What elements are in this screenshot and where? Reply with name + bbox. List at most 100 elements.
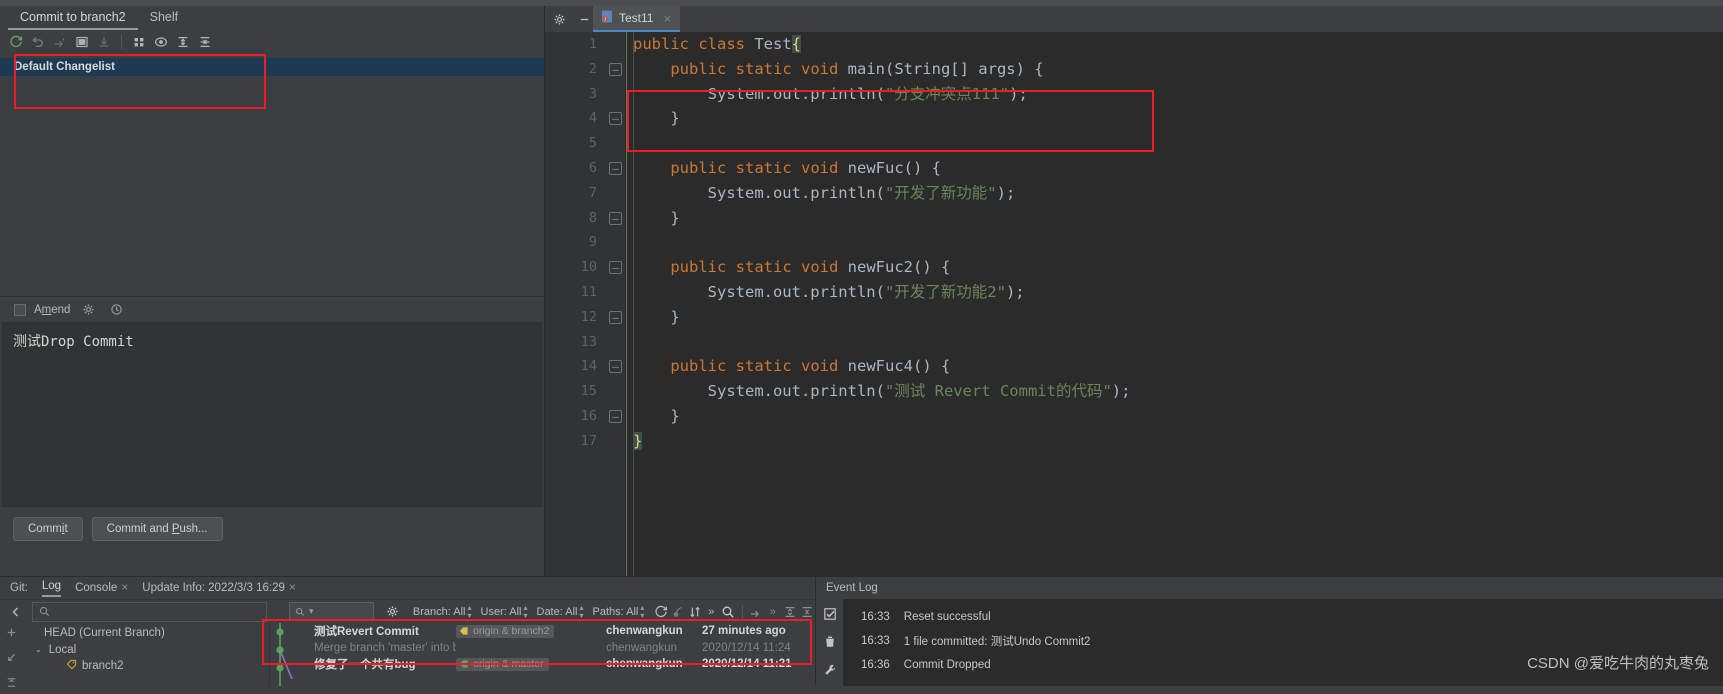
chevron-down-icon[interactable]: ⌄ — [35, 645, 42, 654]
log-search-input[interactable] — [32, 601, 268, 622]
editor-tab-test11[interactable]: J Test11 × — [593, 6, 681, 32]
collapse-tree-icon[interactable] — [5, 676, 18, 694]
rollback-icon[interactable] — [28, 32, 48, 52]
line-number: 4 — [588, 110, 597, 127]
refresh-icon[interactable] — [6, 32, 26, 52]
branch-tree-row[interactable]: ⌄ Local — [22, 642, 269, 659]
code-line: 8– } — [545, 206, 1723, 231]
event-log-entry: 16:33 1 file committed: 测试Undo Commit2 — [861, 629, 1723, 653]
commit-subject: 测试Revert Commit — [314, 626, 419, 639]
branch-tree-row[interactable]: HEAD (Current Branch) — [22, 625, 269, 642]
event-log-title: Event Log — [826, 582, 878, 594]
checkout-icon[interactable] — [5, 651, 18, 669]
code-line: 10– public static void newFuc2() { — [545, 255, 1723, 280]
tab-update-info[interactable]: Update Info: 2022/3/3 16:29 × — [142, 580, 296, 597]
commit-history-icon[interactable] — [106, 300, 126, 320]
fold-expand-icon[interactable]: – — [609, 211, 622, 225]
more-actions-icon[interactable]: » — [703, 602, 720, 622]
commit-author: chenwangkun — [606, 641, 677, 654]
changelist-row[interactable]: Default Changelist — [0, 58, 544, 76]
java-file-icon: J — [601, 10, 613, 26]
show-diff-icon[interactable] — [72, 32, 92, 52]
commit-table[interactable]: 测试Revert Commit origin & branch2 chenwangk… — [270, 623, 815, 686]
close-icon[interactable]: × — [289, 580, 296, 594]
commit-subject: 修复了一个共有bug — [314, 659, 416, 672]
download-icon[interactable] — [94, 32, 114, 52]
code-text: } — [633, 208, 680, 227]
editor-tab-label: Test11 — [619, 11, 654, 25]
event-log-entry: 16:33 Reset successful — [861, 605, 1723, 629]
commit-row[interactable]: 修复了一个共有bug origin & master chenwangkun 2020… — [270, 656, 815, 673]
refresh-log-icon[interactable] — [652, 602, 669, 622]
code-text: } — [633, 109, 680, 128]
log-filter-2[interactable]: Date: All ▴ ▾ — [536, 603, 584, 620]
expand-all-log-icon[interactable] — [781, 602, 798, 622]
more-icon[interactable]: » — [764, 602, 781, 622]
group-by-icon[interactable] — [129, 32, 149, 52]
event-message: Commit Dropped — [903, 659, 991, 671]
settings-gear-icon[interactable] — [550, 9, 568, 29]
commit-tab-strip: Commit to branch2 Shelf — [0, 6, 544, 30]
collapse-all-log-icon[interactable] — [798, 602, 815, 622]
sort-icon[interactable] — [686, 602, 703, 622]
code-text: public class Test{ — [633, 35, 801, 53]
code-text: public static void newFuc2() { — [670, 258, 951, 277]
commit-row[interactable]: 测试Revert Commit origin & branch2 chenwangk… — [270, 623, 815, 640]
expand-all-icon[interactable] — [173, 32, 193, 52]
branch-tree-label: branch2 — [82, 660, 124, 673]
commit-options-gear-icon[interactable] — [78, 300, 98, 320]
amend-checkbox[interactable] — [14, 303, 26, 316]
log-settings-gear-icon[interactable] — [384, 602, 401, 622]
collapse-panel-button[interactable] — [0, 606, 32, 618]
commit-refs: origin & master — [456, 657, 606, 671]
branch-tree-row[interactable]: branch2 — [22, 658, 269, 675]
tool-window-actions — [545, 6, 593, 32]
fold-collapse-icon[interactable]: – — [609, 62, 622, 76]
find-icon[interactable] — [720, 602, 737, 622]
commit-subject: Merge branch 'master' into branch2 — [314, 641, 456, 654]
cherry-pick-icon[interactable] — [669, 602, 686, 622]
toolbar-separator — [121, 35, 122, 49]
commit-message-input[interactable]: 测试Drop Commit — [2, 322, 542, 507]
preview-icon[interactable] — [151, 32, 171, 52]
collapse-all-icon[interactable] — [195, 32, 215, 52]
log-filter-1[interactable]: User: All ▴ ▾ — [481, 603, 528, 620]
code-line: 11 System.out.println("开发了新功能2"); — [545, 280, 1723, 305]
add-icon[interactable] — [5, 626, 18, 644]
branch-tree[interactable]: HEAD (Current Branch) ⌄ Local branch2 — [22, 623, 270, 686]
fold-expand-icon[interactable]: – — [609, 112, 622, 126]
line-number: 7 — [588, 184, 597, 201]
minimize-icon[interactable] — [575, 9, 593, 29]
tab-commit-to-branch[interactable]: Commit to branch2 — [8, 7, 138, 30]
go-to-icon[interactable] — [748, 602, 765, 622]
filter-label: Date: All — [536, 605, 578, 618]
mark-read-icon[interactable] — [823, 607, 837, 626]
line-number: 5 — [588, 135, 597, 152]
tab-shelf[interactable]: Shelf — [138, 7, 191, 30]
close-icon[interactable]: × — [663, 11, 671, 26]
branch-tree-label: Local — [48, 643, 77, 656]
commit-and-push-button[interactable]: Commit and Push... — [91, 517, 223, 541]
commit-button[interactable]: Commit — [13, 517, 83, 541]
editor-tab-strip: J Test11 × — [593, 6, 681, 32]
code-line: 12– } — [545, 305, 1723, 330]
secondary-search-input[interactable]: ▾ — [289, 602, 375, 621]
code-editor[interactable]: 1 public class Test{2– public static void… — [545, 32, 1723, 576]
fold-expand-icon[interactable]: – — [609, 310, 622, 324]
branch-label-tag: origin & branch2 — [456, 624, 555, 638]
fold-collapse-icon[interactable]: – — [609, 161, 622, 175]
tab-console[interactable]: Console × — [75, 580, 128, 597]
move-to-changelist-icon[interactable] — [50, 32, 70, 52]
close-icon[interactable]: × — [121, 580, 128, 594]
log-filter-0[interactable]: Branch: All ▴ ▾ — [413, 603, 472, 620]
line-number: 2 — [588, 60, 597, 77]
fold-expand-icon[interactable]: – — [609, 409, 622, 423]
log-filter-3[interactable]: Paths: All ▴ ▾ — [592, 603, 644, 620]
tab-log[interactable]: Log — [41, 580, 62, 597]
commit-row[interactable]: Merge branch 'master' into branch2 chenwa… — [270, 640, 815, 657]
wrench-icon[interactable] — [823, 663, 837, 682]
svg-text:J: J — [604, 17, 606, 22]
fold-collapse-icon[interactable]: – — [609, 360, 622, 374]
trash-icon[interactable] — [823, 635, 837, 654]
fold-collapse-icon[interactable]: – — [609, 261, 622, 275]
